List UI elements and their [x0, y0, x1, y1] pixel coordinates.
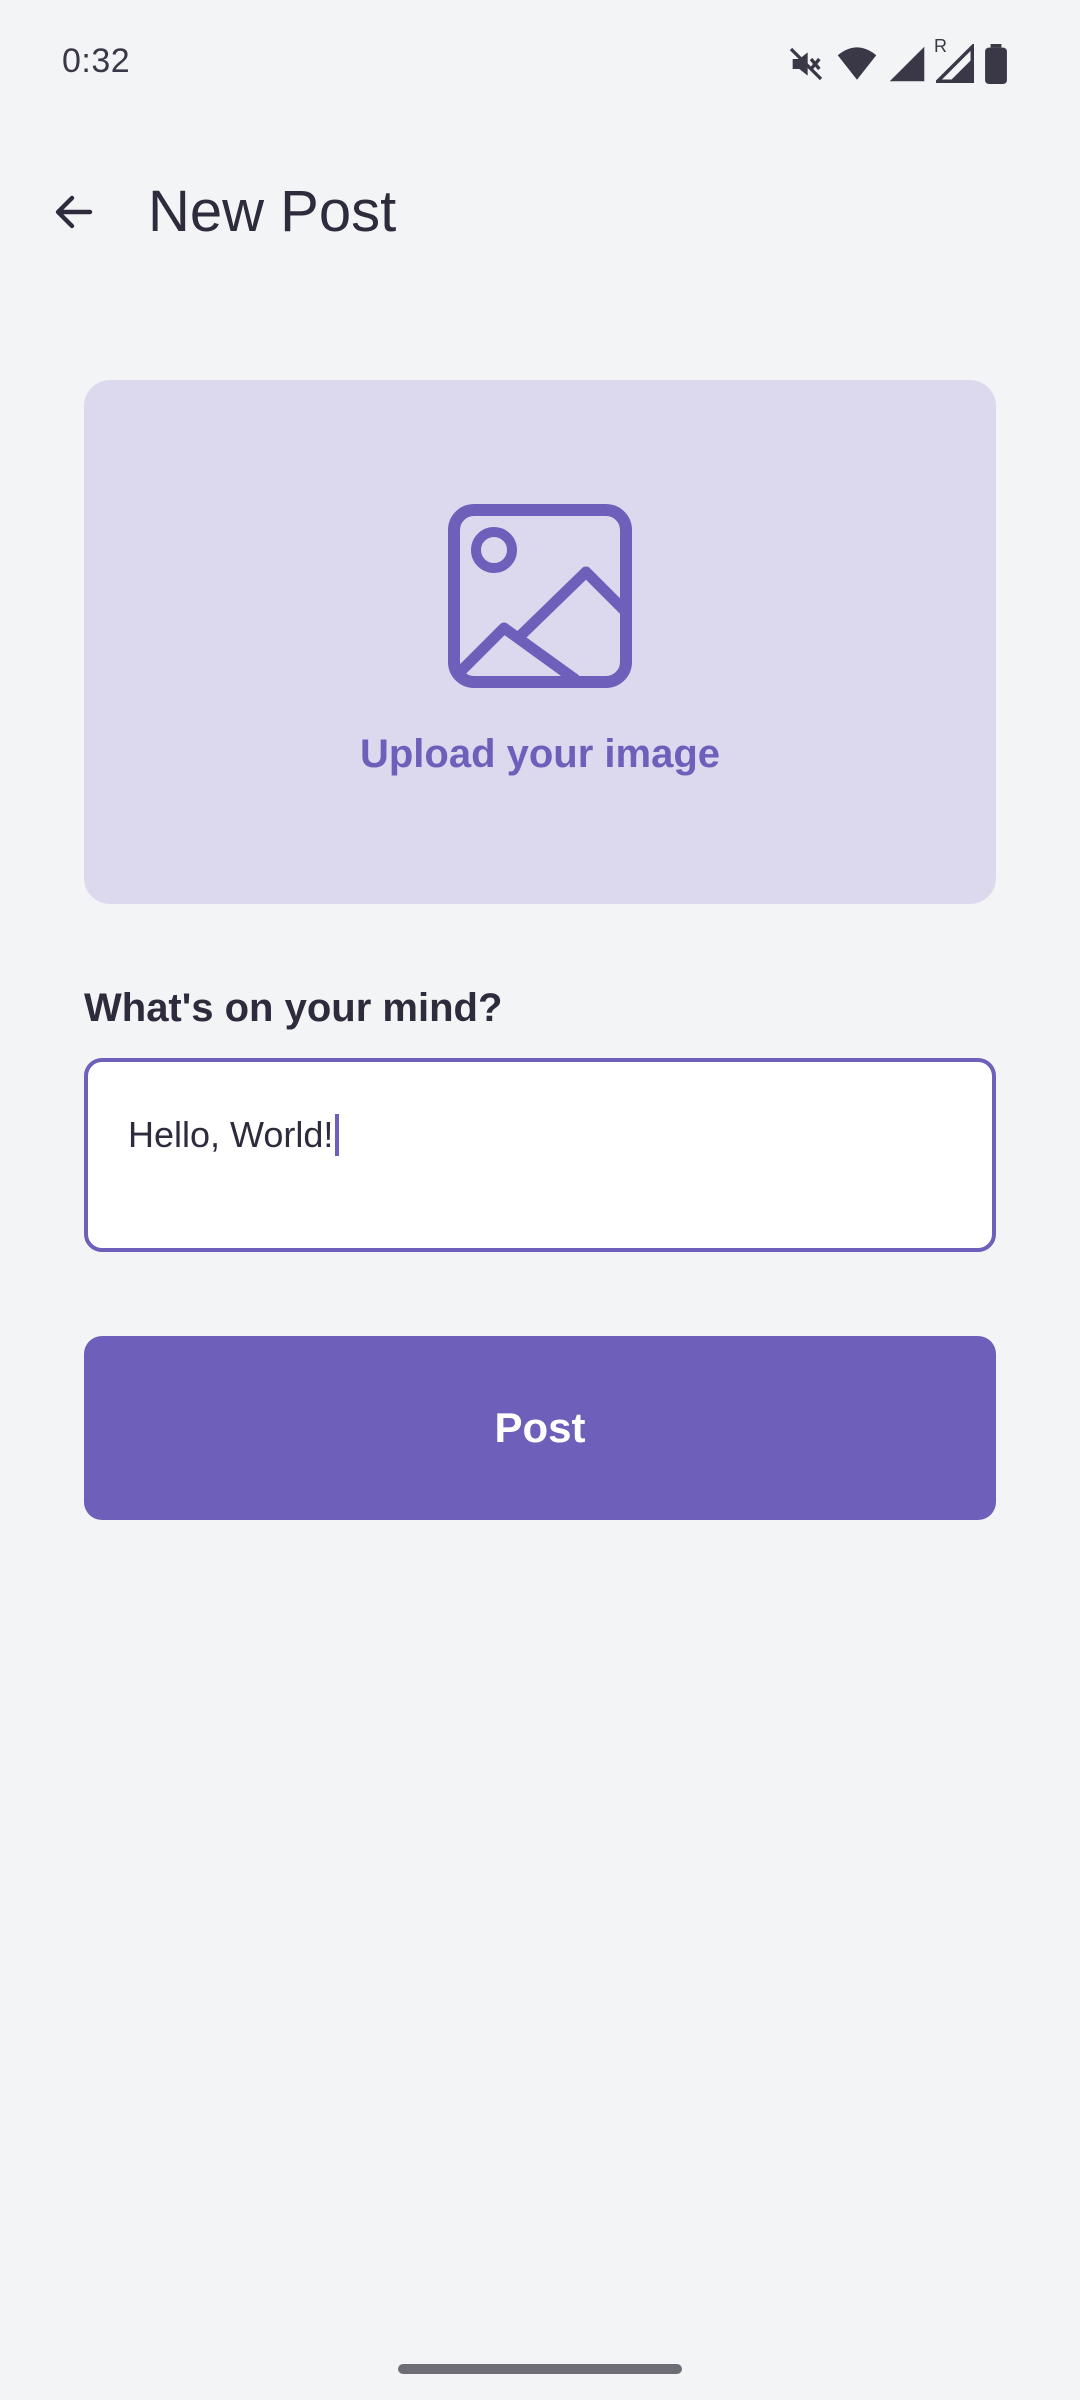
- status-icons: R: [786, 36, 1008, 84]
- post-button[interactable]: Post: [84, 1336, 996, 1520]
- arrow-back-icon: [50, 188, 98, 241]
- status-time: 0:32: [62, 42, 131, 80]
- wifi-icon: [836, 44, 878, 84]
- post-text-field[interactable]: Hello, World!: [84, 1058, 996, 1252]
- battery-icon: [984, 44, 1008, 84]
- post-prompt-label: What's on your mind?: [84, 986, 503, 1030]
- roaming-mark: R: [934, 36, 947, 56]
- post-field-content: Hello, World!: [128, 1114, 340, 1156]
- upload-label: Upload your image: [359, 732, 721, 776]
- text-cursor: [335, 1114, 340, 1156]
- mute-icon: [786, 44, 826, 84]
- post-text-value: Hello, World!: [128, 1114, 334, 1155]
- page-title: New Post: [148, 179, 397, 244]
- gesture-navigation-bar[interactable]: [398, 2364, 682, 2374]
- image-icon: [448, 504, 632, 688]
- back-button[interactable]: [42, 182, 106, 246]
- signal-icon: [888, 44, 926, 84]
- status-bar: 0:32 R: [0, 0, 1080, 130]
- upload-image-card[interactable]: Upload your image: [84, 380, 996, 904]
- roaming-signal-icon: R: [934, 36, 974, 84]
- app-bar: New Post: [0, 160, 1080, 260]
